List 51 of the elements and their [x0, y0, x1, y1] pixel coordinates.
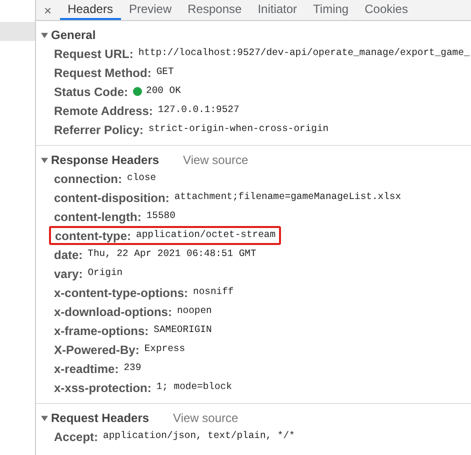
tab[interactable]: Headers — [60, 0, 121, 20]
header-value: application/json, text/plain, */* — [103, 429, 295, 444]
header-name: Remote Address: — [54, 102, 153, 120]
header-value: Express — [144, 342, 186, 356]
section-title[interactable]: Response Headers — [51, 151, 160, 169]
header-value: 200 OK — [146, 84, 181, 98]
expanded-triangle-icon[interactable] — [41, 414, 48, 422]
header-value: Thu, 22 Apr 2021 06:48:51 GMT — [88, 247, 256, 262]
header-name: X-Powered-By: — [54, 342, 140, 358]
header-name: Request Method: — [54, 64, 152, 82]
header-value: GET — [156, 65, 174, 80]
header-name: content-type: — [55, 228, 131, 244]
header-name: content-length: — [54, 208, 142, 226]
header-name: date: — [54, 246, 83, 264]
close-button[interactable]: × — [42, 0, 54, 20]
header-name: Status Code: — [54, 84, 128, 100]
header-value: Origin — [88, 266, 123, 280]
header-name: Request URL: — [54, 46, 134, 62]
header-name: x-content-type-options: — [54, 284, 188, 302]
tab[interactable]: Timing — [305, 0, 357, 20]
header-name: Accept: — [54, 428, 98, 446]
header-name: vary: — [54, 266, 83, 282]
header-name: x-xss-protection: — [54, 380, 152, 396]
header-name: x-download-options: — [54, 304, 172, 320]
header-value: nosniff — [193, 285, 234, 300]
header-name: x-frame-options: — [54, 322, 149, 340]
header-value: 127.0.0.1:9527 — [158, 103, 240, 118]
expanded-triangle-icon[interactable] — [41, 32, 48, 38]
header-name: Referrer Policy: — [54, 122, 144, 138]
header-value: noopen — [176, 304, 212, 318]
tab[interactable]: Preview — [120, 0, 180, 20]
expanded-triangle-icon[interactable] — [41, 156, 48, 164]
view-source-link[interactable]: View source — [173, 409, 238, 427]
header-name: x-readtime: — [54, 360, 119, 378]
section-title[interactable]: Request Headers — [51, 409, 150, 427]
header-value: close — [127, 171, 156, 186]
header-value: 1; mode=block — [156, 380, 232, 394]
header-value: application/octet-stream — [136, 228, 276, 242]
tab[interactable]: Initiator — [250, 0, 306, 20]
tab[interactable]: Cookies — [356, 0, 416, 20]
header-value: 239 — [124, 361, 142, 376]
header-value: SAMEORIGIN — [154, 323, 212, 338]
header-name: content-disposition: — [54, 190, 170, 206]
header-name: connection: — [54, 170, 122, 188]
section-title[interactable]: General — [51, 26, 96, 44]
header-value: http://localhost:9527/dev-api/operate_manage/export_game_ — [138, 46, 470, 60]
header-value: 15580 — [146, 209, 176, 224]
header-value: attachment;filename=gameManageList.xlsx — [174, 190, 402, 204]
header-value: strict-origin-when-cross-origin — [148, 122, 329, 136]
view-source-link[interactable]: View source — [183, 151, 248, 169]
tab[interactable]: Response — [180, 0, 250, 20]
